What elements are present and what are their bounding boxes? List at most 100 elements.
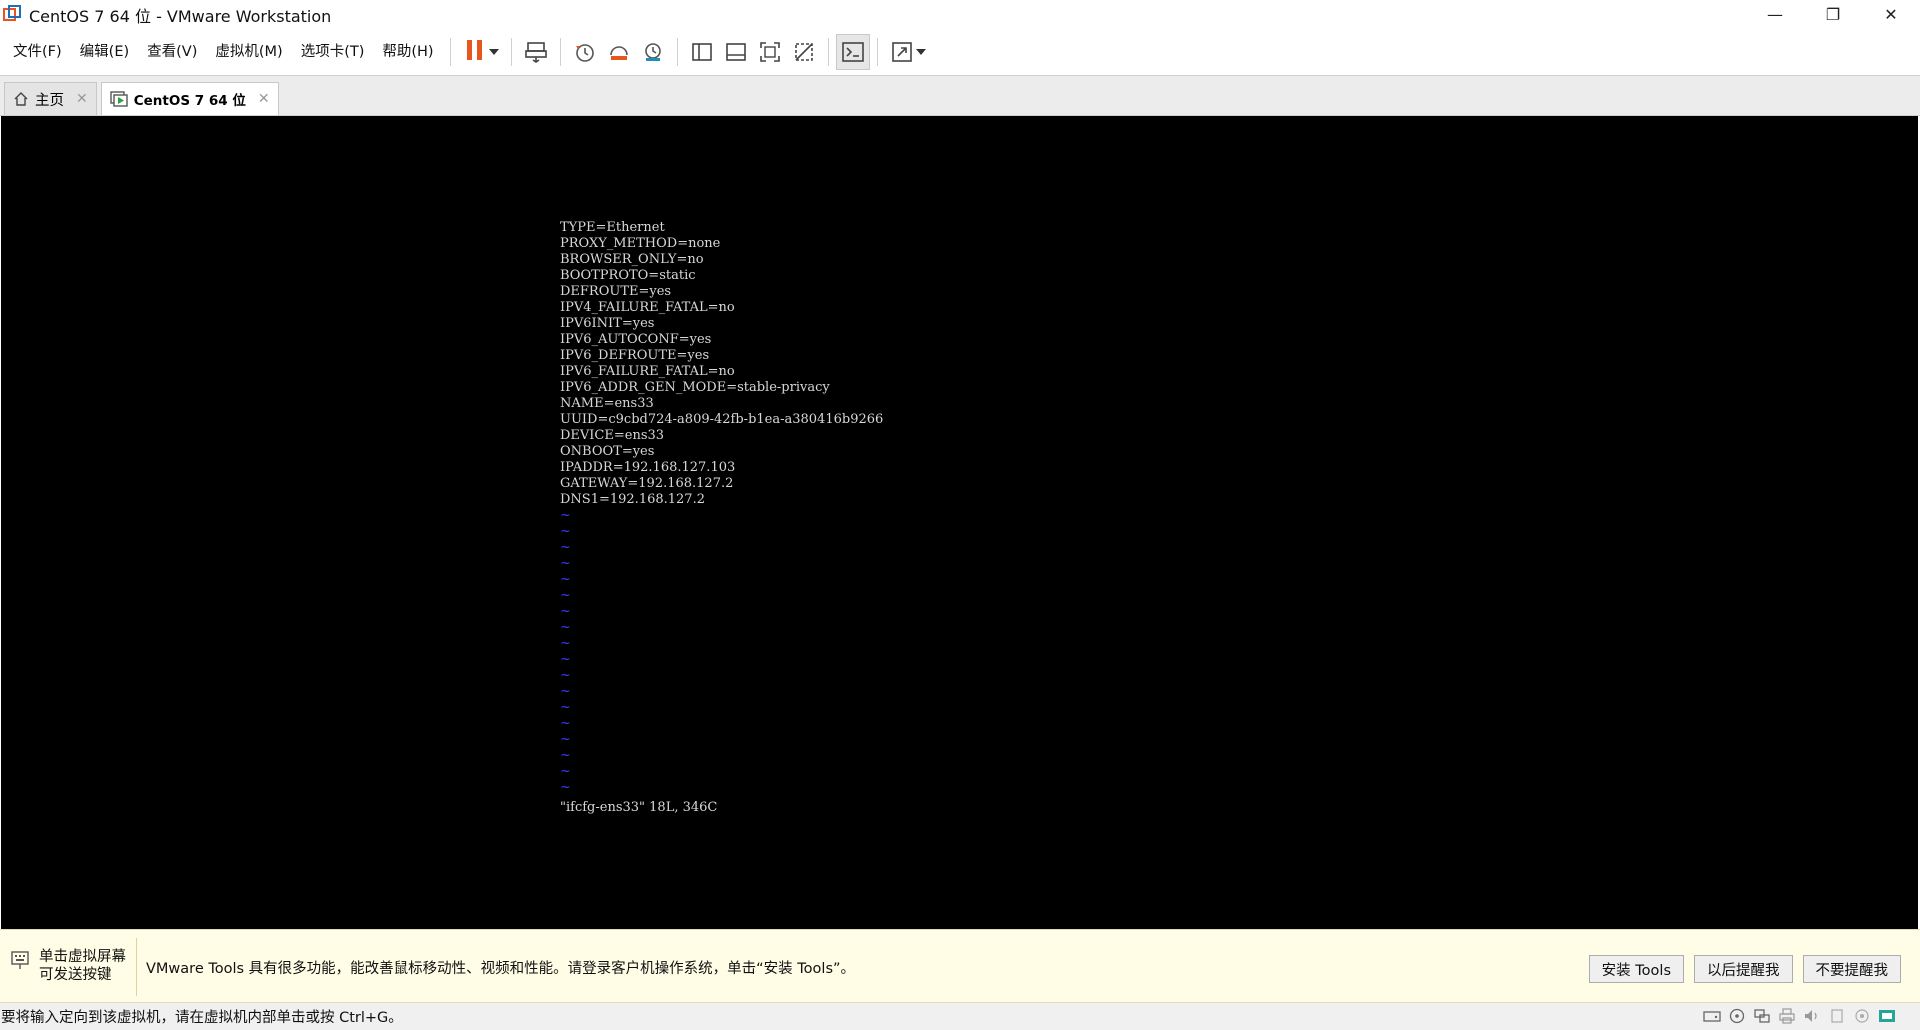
vim-status-line: "ifcfg-ens33" 18L, 346C bbox=[560, 800, 718, 815]
config-line: BOOTPROTO=static bbox=[560, 268, 696, 283]
empty-line-tilde: ~ bbox=[560, 700, 571, 715]
notification-message: VMware Tools 具有很多功能，能改善鼠标移动性、视频和性能。请登录客户… bbox=[146, 961, 856, 977]
config-line: DEFROUTE=yes bbox=[560, 284, 672, 299]
close-window-button[interactable]: ✕ bbox=[1862, 0, 1920, 29]
empty-line-tilde: ~ bbox=[560, 524, 571, 539]
vm-status-icon[interactable] bbox=[1876, 1006, 1898, 1026]
console-view-icon bbox=[841, 42, 864, 62]
notification-buttons: 安装 Tools 以后提醒我 不要提醒我 bbox=[1579, 955, 1901, 983]
full-screen-button[interactable] bbox=[753, 34, 787, 70]
network-icon[interactable] bbox=[1751, 1006, 1773, 1026]
show-library-button[interactable] bbox=[685, 34, 719, 70]
tab-home[interactable]: 主页 ✕ bbox=[4, 82, 97, 115]
unity-icon bbox=[794, 43, 813, 61]
menu-tabs[interactable]: 选项卡(T) bbox=[292, 29, 374, 75]
empty-line-tilde: ~ bbox=[560, 684, 571, 699]
config-line: NAME=ens33 bbox=[560, 396, 654, 411]
display-icon[interactable] bbox=[1851, 1006, 1873, 1026]
config-line: IPV6INIT=yes bbox=[560, 316, 655, 331]
tab-centos-close-button[interactable]: ✕ bbox=[258, 91, 270, 107]
menu-vm[interactable]: 虚拟机(M) bbox=[206, 29, 291, 75]
tab-centos-label: CentOS 7 64 位 bbox=[133, 93, 246, 109]
keyboard-icon bbox=[10, 948, 30, 974]
hint-line-2: 可发送按键 bbox=[39, 967, 112, 983]
status-bar: 要将输入定向到该虚拟机，请在虚拟机内部单击或按 Ctrl+G。 bbox=[0, 1003, 1920, 1030]
snapshot-icon bbox=[575, 44, 594, 62]
sound-icon[interactable] bbox=[1801, 1006, 1823, 1026]
tab-home-label: 主页 bbox=[35, 92, 64, 109]
usb-icon[interactable] bbox=[1826, 1006, 1848, 1026]
menu-file[interactable]: 文件(F) bbox=[0, 29, 71, 75]
pause-button[interactable] bbox=[458, 34, 492, 70]
config-line: IPADDR=192.168.127.103 bbox=[560, 460, 736, 475]
empty-line-tilde: ~ bbox=[560, 668, 571, 683]
empty-line-tilde: ~ bbox=[560, 764, 571, 779]
thumbnail-bar-icon bbox=[725, 43, 746, 61]
menu-edit[interactable]: 编辑(E) bbox=[71, 29, 138, 75]
hard-disk-icon[interactable] bbox=[1701, 1006, 1723, 1026]
console-view-button[interactable] bbox=[835, 34, 870, 70]
click-to-send-keys-hint: 单击虚拟屏幕 可发送按键 bbox=[10, 948, 126, 984]
revert-snapshot-icon bbox=[609, 46, 628, 60]
never-remind-button[interactable]: 不要提醒我 bbox=[1802, 955, 1901, 983]
minimize-button[interactable]: — bbox=[1746, 0, 1804, 29]
menu-view[interactable]: 查看(V) bbox=[138, 29, 206, 75]
vm-console-screen[interactable]: TYPE=Ethernet PROXY_METHOD=none BROWSER_ON… bbox=[1, 116, 1918, 929]
config-line: IPV6_FAILURE_FATAL=no bbox=[560, 364, 735, 379]
config-line: PROXY_METHOD=none bbox=[560, 236, 721, 251]
vm-running-icon bbox=[110, 91, 128, 107]
remind-later-button[interactable]: 以后提醒我 bbox=[1694, 955, 1793, 983]
stretch-guest-icon bbox=[891, 42, 912, 62]
send-ctrl-alt-del-button[interactable] bbox=[519, 34, 553, 70]
empty-line-tilde: ~ bbox=[560, 572, 571, 587]
config-line: IPV6_AUTOCONF=yes bbox=[560, 332, 712, 347]
unity-button[interactable] bbox=[787, 34, 821, 70]
config-line: ONBOOT=yes bbox=[560, 444, 655, 459]
empty-line-tilde: ~ bbox=[560, 556, 571, 571]
window-title: CentOS 7 64 位 - VMware Workstation bbox=[29, 6, 332, 26]
config-line: UUID=c9cbd724-a809-42fb-b1ea-a380416b926… bbox=[560, 412, 884, 427]
status-text: 要将输入定向到该虚拟机，请在虚拟机内部单击或按 Ctrl+G。 bbox=[1, 1010, 403, 1026]
chevron-down-icon bbox=[915, 49, 926, 55]
install-tools-button[interactable]: 安装 Tools bbox=[1588, 955, 1684, 983]
toolbar-separator bbox=[449, 38, 451, 66]
tab-centos[interactable]: CentOS 7 64 位 ✕ bbox=[100, 82, 279, 115]
send-ctrl-alt-del-icon bbox=[524, 42, 547, 63]
tab-home-close-button[interactable]: ✕ bbox=[76, 91, 88, 107]
snapshot-manager-button[interactable] bbox=[636, 34, 670, 70]
home-icon bbox=[13, 91, 29, 107]
config-line: DEVICE=ens33 bbox=[560, 428, 665, 443]
config-line: IPV4_FAILURE_FATAL=no bbox=[560, 300, 735, 315]
notification-divider bbox=[136, 938, 137, 996]
device-status-icons bbox=[1698, 1006, 1898, 1026]
full-screen-icon bbox=[759, 42, 780, 62]
title-bar: CentOS 7 64 位 - VMware Workstation — ❐ ✕ bbox=[0, 0, 1920, 29]
stretch-guest-button[interactable] bbox=[885, 34, 919, 70]
restore-button[interactable]: ❐ bbox=[1804, 0, 1862, 29]
menu-toolbar: 文件(F) 编辑(E) 查看(V) 虚拟机(M) 选项卡(T) 帮助(H) bbox=[0, 29, 1920, 75]
vmware-tools-notification: 单击虚拟屏幕 可发送按键 VMware Tools 具有很多功能，能改善鼠标移动… bbox=[0, 929, 1920, 1003]
stretch-dropdown-button[interactable] bbox=[915, 49, 927, 55]
empty-line-tilde: ~ bbox=[560, 652, 571, 667]
snapshot-manager-icon bbox=[644, 43, 661, 61]
toolbar-separator bbox=[510, 38, 512, 66]
toolbar-separator bbox=[827, 38, 829, 66]
cd-dvd-icon[interactable] bbox=[1726, 1006, 1748, 1026]
empty-line-tilde: ~ bbox=[560, 748, 571, 763]
power-dropdown-button[interactable] bbox=[488, 49, 500, 55]
config-line: GATEWAY=192.168.127.2 bbox=[560, 476, 734, 491]
revert-snapshot-button[interactable] bbox=[602, 34, 636, 70]
printer-icon[interactable] bbox=[1776, 1006, 1798, 1026]
menu-help[interactable]: 帮助(H) bbox=[373, 29, 442, 75]
pause-icon bbox=[466, 39, 484, 65]
config-line: DNS1=192.168.127.2 bbox=[560, 492, 705, 507]
config-line: BROWSER_ONLY=no bbox=[560, 252, 704, 267]
empty-line-tilde: ~ bbox=[560, 636, 571, 651]
config-line: TYPE=Ethernet bbox=[560, 220, 665, 235]
window-controls: — ❐ ✕ bbox=[1746, 0, 1920, 29]
toolbar-separator bbox=[676, 38, 678, 66]
take-snapshot-button[interactable] bbox=[568, 34, 602, 70]
thumbnail-bar-button[interactable] bbox=[719, 34, 753, 70]
empty-line-tilde: ~ bbox=[560, 732, 571, 747]
empty-line-tilde: ~ bbox=[560, 540, 571, 555]
